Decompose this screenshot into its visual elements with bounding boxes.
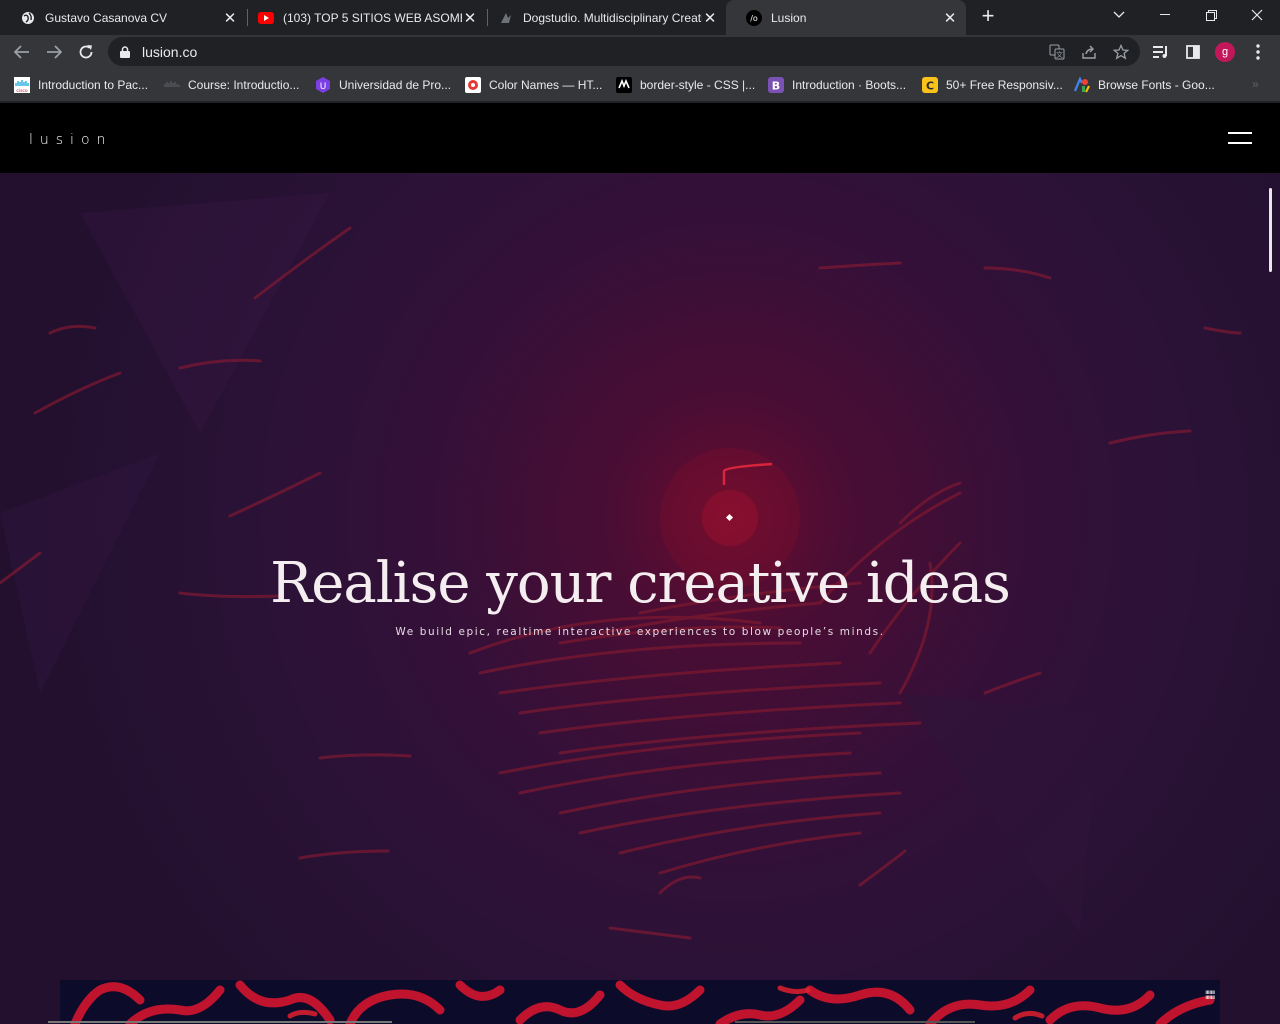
hero-subtitle: We build epic, realtime interactive expe…: [395, 626, 885, 638]
bookmark-label: Color Names — HT...: [489, 78, 603, 92]
showreel-pattern: [70, 980, 1215, 1024]
svg-text:B: B: [772, 80, 780, 93]
close-window-icon[interactable]: [1234, 0, 1280, 30]
hamburger-menu-icon[interactable]: [1228, 132, 1252, 146]
new-tab-button[interactable]: +: [976, 5, 1000, 29]
cisco-icon: cisco: [14, 77, 30, 93]
strip-underline: [48, 1021, 392, 1023]
globe-icon: [20, 10, 36, 26]
translate-icon[interactable]: 文: [1048, 43, 1066, 61]
tab-close-icon[interactable]: ✕: [702, 10, 718, 27]
youtube-icon: [258, 10, 274, 26]
bookmark-item[interactable]: Course: Introductio...: [164, 76, 299, 94]
tab-strip: Gustavo Casanova CV ✕ (103) TOP 5 SITIOS…: [0, 0, 1280, 35]
tab-dogstudio[interactable]: Dogstudio. Multidisciplinary Creative St…: [478, 0, 726, 35]
svg-text:U: U: [320, 82, 327, 92]
dogstudio-icon: [498, 10, 514, 26]
tab-search-icon[interactable]: [1096, 0, 1142, 30]
mdn-icon: [616, 77, 632, 93]
tab-title: Gustavo Casanova CV: [45, 10, 168, 25]
lock-icon[interactable]: [120, 45, 130, 63]
university-icon: U: [315, 77, 331, 93]
profile-avatar[interactable]: g: [1215, 42, 1235, 62]
bookmark-item[interactable]: U Universidad de Pro...: [315, 76, 451, 94]
bookmark-item[interactable]: border-style - CSS |...: [616, 76, 755, 94]
bookmark-item[interactable]: Browse Fonts - Goo...: [1074, 76, 1215, 94]
tab-close-icon[interactable]: ✕: [222, 10, 238, 27]
showreel-preview[interactable]: [60, 980, 1220, 1024]
bookmark-item[interactable]: C 50+ Free Responsiv...: [922, 76, 1063, 94]
tab-title: (103) TOP 5 SITIOS WEB ASOMBROSOS: [283, 10, 462, 25]
site-logo[interactable]: lusion: [29, 132, 112, 148]
bookmarks-bar: cisco Introduction to Pac... Course: Int…: [0, 68, 1280, 102]
restore-icon[interactable]: [1188, 0, 1234, 30]
back-icon[interactable]: [9, 39, 35, 65]
bookmark-label: Introduction · Boots...: [792, 78, 907, 92]
color-names-icon: [465, 77, 481, 93]
minimize-icon[interactable]: [1142, 0, 1188, 30]
svg-text:文: 文: [1056, 50, 1063, 59]
bookmark-star-icon[interactable]: [1112, 43, 1130, 61]
svg-text:/o: /o: [750, 14, 758, 23]
tab-title: Dogstudio. Multidisciplinary Creative St…: [523, 10, 702, 25]
menu-kebab-icon[interactable]: [1246, 40, 1270, 64]
course-icon: [164, 77, 180, 93]
page-viewport: lusion Realise your creative ideas We bu…: [0, 103, 1280, 1024]
forward-icon[interactable]: [41, 39, 67, 65]
share-icon[interactable]: [1080, 43, 1098, 61]
bookmark-label: Introduction to Pac...: [38, 78, 149, 92]
page-scrollbar[interactable]: [1269, 188, 1272, 272]
bookmark-label: Universidad de Pro...: [339, 78, 452, 92]
tab-youtube[interactable]: (103) TOP 5 SITIOS WEB ASOMBROSOS ✕: [238, 0, 486, 35]
browser-toolbar: lusion.co 文 g: [0, 35, 1280, 68]
address-bar[interactable]: lusion.co 文: [108, 37, 1140, 66]
media-control-icon[interactable]: [1149, 40, 1173, 64]
bootstrap-icon: B: [768, 77, 784, 93]
bookmark-item[interactable]: Color Names — HT...: [465, 76, 602, 94]
template-icon: C: [922, 77, 938, 93]
tab-close-icon[interactable]: ✕: [942, 10, 958, 27]
strip-underline: [735, 1021, 975, 1023]
bookmark-label: Browse Fonts - Goo...: [1098, 78, 1215, 92]
bookmark-label: 50+ Free Responsiv...: [946, 78, 1063, 92]
bookmark-label: border-style - CSS |...: [640, 78, 756, 92]
tab-lusion[interactable]: /o Lusion ✕: [726, 0, 966, 35]
site-header: lusion: [0, 103, 1280, 173]
bookmark-item[interactable]: cisco Introduction to Pac...: [14, 76, 148, 94]
tab-gustavo-cv[interactable]: Gustavo Casanova CV ✕: [0, 0, 246, 35]
progress-ticks-icon: ¦¦¦¦¦¦¦: [1205, 989, 1215, 999]
bookmark-item[interactable]: B Introduction · Boots...: [768, 76, 906, 94]
side-panel-icon[interactable]: [1181, 40, 1205, 64]
bookmarks-overflow-icon[interactable]: »: [1252, 77, 1259, 91]
google-fonts-icon: [1074, 77, 1090, 93]
hero-title: Realise your creative ideas: [270, 551, 1011, 616]
tab-title: Lusion: [771, 10, 807, 25]
hero-section: Realise your creative ideas We build epi…: [0, 173, 1280, 1024]
svg-text:C: C: [926, 80, 934, 93]
url-text[interactable]: lusion.co: [142, 44, 197, 60]
reload-icon[interactable]: [73, 39, 99, 65]
tab-close-icon[interactable]: ✕: [462, 10, 478, 27]
lusion-icon: /o: [746, 9, 762, 26]
bookmark-label: Course: Introductio...: [188, 78, 300, 92]
svg-text:cisco: cisco: [16, 88, 28, 93]
